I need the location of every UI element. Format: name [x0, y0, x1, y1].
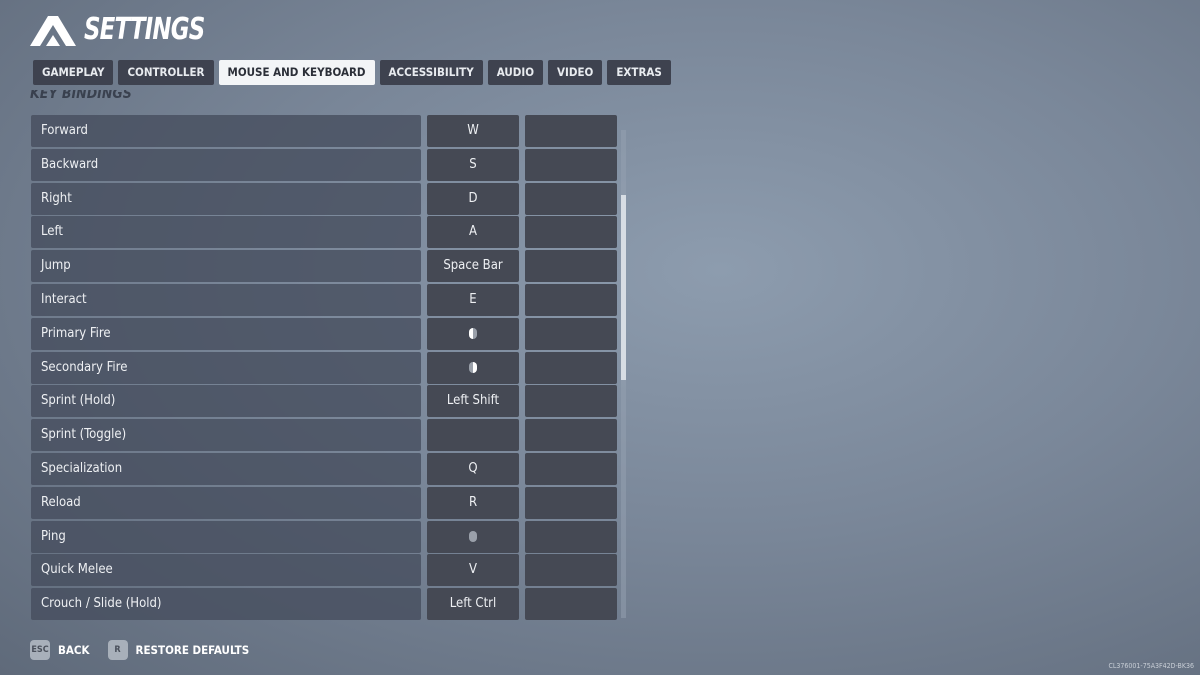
tab-extras[interactable]: EXTRAS [607, 60, 671, 85]
tab-gameplay[interactable]: GAMEPLAY [33, 60, 114, 85]
primary-key-slot[interactable] [427, 419, 519, 452]
primary-key-slot[interactable]: W [427, 115, 519, 147]
binding-row: Reload R [31, 486, 617, 519]
page-title: SETTINGS [84, 12, 205, 47]
binding-action-label: Interact [31, 283, 421, 316]
secondary-key-slot[interactable] [525, 351, 617, 384]
primary-key-slot[interactable]: Left Shift [427, 385, 519, 418]
binding-action-label: Ping [31, 520, 421, 553]
binding-row: Ping [31, 520, 617, 553]
binding-row: Interact E [31, 283, 617, 316]
primary-key-slot[interactable]: R [427, 486, 519, 519]
binding-action-label: Primary Fire [31, 317, 421, 350]
binding-row: Backward S [31, 148, 617, 181]
primary-key-slot[interactable] [427, 520, 519, 553]
binding-row: Quick Melee V [31, 554, 617, 587]
primary-key-slot[interactable]: V [427, 554, 519, 587]
footer: ESC BACK R RESTORE DEFAULTS [30, 640, 249, 660]
binding-row: Forward W [31, 115, 617, 147]
secondary-key-slot[interactable] [525, 317, 617, 350]
secondary-key-slot[interactable] [525, 148, 617, 181]
secondary-key-slot[interactable] [525, 216, 617, 249]
section-title-text: KEY BINDINGS [30, 90, 132, 102]
primary-key-slot[interactable] [427, 317, 519, 350]
binding-action-label: Backward [31, 148, 421, 181]
back-button[interactable]: BACK [58, 643, 90, 657]
primary-key-slot[interactable]: S [427, 148, 519, 181]
primary-key-slot[interactable]: E [427, 283, 519, 316]
binding-row: Crouch / Slide (Hold) Left Ctrl [31, 588, 617, 621]
secondary-key-slot[interactable] [525, 520, 617, 553]
tab-mouse-and-keyboard[interactable]: MOUSE AND KEYBOARD [218, 60, 375, 85]
primary-key-slot[interactable]: Q [427, 452, 519, 485]
binding-action-label: Forward [31, 115, 421, 147]
secondary-key-slot[interactable] [525, 419, 617, 452]
primary-key-slot[interactable] [427, 351, 519, 384]
binding-action-label: Reload [31, 486, 421, 519]
binding-action-label: Left [31, 216, 421, 249]
esc-key-hint: ESC [30, 640, 50, 660]
tab-accessibility[interactable]: ACCESSIBILITY [379, 60, 483, 85]
binding-row: Sprint (Hold) Left Shift [31, 385, 617, 418]
tab-controller[interactable]: CONTROLLER [118, 60, 214, 85]
scrollbar[interactable] [621, 130, 626, 618]
binding-row: Secondary Fire [31, 351, 617, 384]
binding-action-label: Right [31, 182, 421, 215]
binding-row: Jump Space Bar [31, 250, 617, 283]
mouse-right-click-icon [469, 361, 477, 373]
key-bindings-list: Forward W Backward S Right D Left A Jump Space Ba… [31, 115, 617, 622]
mouse-left-click-icon [469, 327, 477, 339]
secondary-key-slot[interactable] [525, 182, 617, 215]
scrollbar-thumb[interactable] [621, 195, 626, 380]
tab-video[interactable]: VIDEO [548, 60, 603, 85]
secondary-key-slot[interactable] [525, 283, 617, 316]
secondary-key-slot[interactable] [525, 385, 617, 418]
mouse-middle-click-icon [469, 530, 477, 542]
binding-row: Primary Fire [31, 317, 617, 350]
r-key-hint: R [107, 640, 128, 660]
binding-action-label: Quick Melee [31, 554, 421, 587]
game-logo-icon [30, 16, 76, 46]
build-version: CL376001-75A3F42D-BK36 [1108, 662, 1194, 670]
settings-tabs: GAMEPLAY CONTROLLER MOUSE AND KEYBOARD ACCE… [33, 60, 671, 85]
secondary-key-slot[interactable] [525, 554, 617, 587]
binding-action-label: Secondary Fire [31, 351, 421, 384]
binding-row: Right D [31, 182, 617, 215]
primary-key-slot[interactable]: D [427, 182, 519, 215]
restore-defaults-button[interactable]: RESTORE DEFAULTS [136, 643, 250, 657]
binding-action-label: Crouch / Slide (Hold) [31, 588, 421, 621]
primary-key-slot[interactable]: A [427, 216, 519, 249]
secondary-key-slot[interactable] [525, 588, 617, 621]
binding-action-label: Sprint (Toggle) [31, 419, 421, 452]
binding-action-label: Specialization [31, 452, 421, 485]
secondary-key-slot[interactable] [525, 115, 617, 147]
primary-key-slot[interactable]: Left Ctrl [427, 588, 519, 621]
primary-key-slot[interactable]: Space Bar [427, 250, 519, 283]
secondary-key-slot[interactable] [525, 486, 617, 519]
binding-row: Left A [31, 216, 617, 249]
binding-action-label: Sprint (Hold) [31, 385, 421, 418]
section-title: KEY BINDINGS [30, 90, 230, 106]
tab-audio[interactable]: AUDIO [487, 60, 544, 85]
binding-row: Specialization Q [31, 452, 617, 485]
secondary-key-slot[interactable] [525, 250, 617, 283]
binding-action-label: Jump [31, 250, 421, 283]
binding-row: Sprint (Toggle) [31, 419, 617, 452]
secondary-key-slot[interactable] [525, 452, 617, 485]
